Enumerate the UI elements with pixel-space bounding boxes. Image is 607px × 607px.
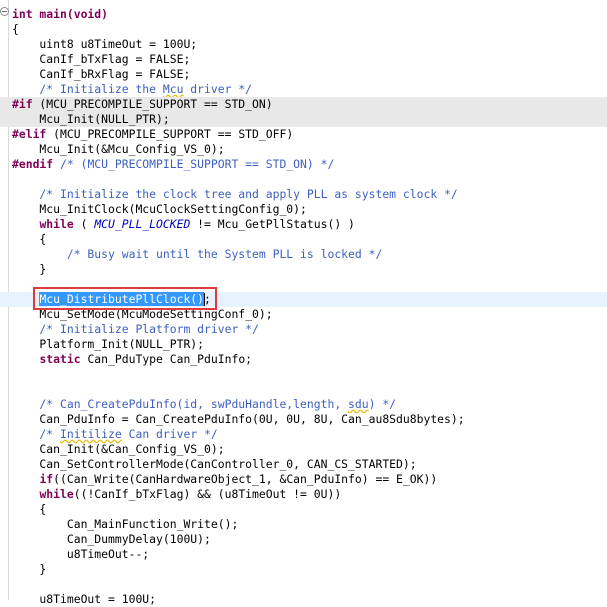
code-token: ((Can_Write(CanHardwareObject_1, &Can_Pd… [53,472,438,486]
code-line[interactable]: Mcu_Init(&Mcu_Config_VS_0); [0,142,607,157]
code-token: CanIf_bRxFlag = FALSE; [12,67,191,81]
code-token: CanIf_bTxFlag = FALSE; [12,52,191,66]
code-line[interactable] [0,382,607,397]
code-token: u8TimeOut = 100U; [12,592,157,606]
code-line[interactable]: Mcu_InitClock(McuClockSettingConfig_0); [0,202,607,217]
code-line[interactable]: /* Initialize Platform driver */ [0,322,607,337]
code-token: Mcu_Init(&Mcu_Config_VS_0); [12,142,225,156]
code-token: ) */ [368,397,397,411]
code-token: while [39,487,74,501]
code-line[interactable]: while((!CanIf_bTxFlag) && (u8TimeOut != … [0,487,607,502]
code-token: /* Busy wait until the System PLL is loc… [12,247,383,261]
code-token: Can_DummyDelay(100U); [12,532,211,546]
code-line[interactable]: Can_DummyDelay(100U); [0,532,607,547]
code-token: /* [12,427,61,441]
code-line[interactable]: #elif (MCU_PRECOMPILE_SUPPORT == STD_OFF… [0,127,607,142]
code-editor[interactable]: int main(void){ uint8 u8TimeOut = 100U; … [0,0,607,606]
code-token: Platform_Init(NULL_PTR); [12,337,205,351]
code-token: Can driver */ [121,427,218,441]
code-token: static [39,352,81,366]
code-token: Mcu [162,82,184,96]
code-line[interactable]: Can_SetControllerMode(CanController_0, C… [0,457,607,472]
code-line[interactable]: static Can_PduType Can_PduInfo; [0,352,607,367]
code-line[interactable]: uint8 u8TimeOut = 100U; [0,37,607,52]
code-line[interactable]: Platform_Init(NULL_PTR); [0,337,607,352]
code-token: Can_PduType Can_PduInfo; [80,352,253,366]
code-token: ( [73,217,95,231]
code-token: #endif [12,157,54,171]
code-token: (MCU_PRECOMPILE_SUPPORT == STD_OFF) [46,127,294,141]
code-line[interactable]: int main(void) [0,7,607,22]
code-line[interactable]: Can_PduInfo = Can_CreatePduInfo(0U, 0U, … [0,412,607,427]
code-line[interactable]: #if (MCU_PRECOMPILE_SUPPORT == STD_ON) [0,97,607,112]
code-token: } [12,562,47,576]
code-line[interactable]: u8TimeOut--; [0,547,607,562]
code-line[interactable]: #endif /* (MCU_PRECOMPILE_SUPPORT == STD… [0,157,607,172]
code-token: Mcu_Init(NULL_PTR); [12,112,170,126]
code-line[interactable]: CanIf_bTxFlag = FALSE; [0,52,607,67]
code-line[interactable]: Can_Init(&Can_Config_VS_0); [0,442,607,457]
code-token: uint8 u8TimeOut = 100U; [12,37,198,51]
code-line[interactable]: /* Initilize Can driver */ [0,427,607,442]
code-token: != Mcu_GetPllStatus() ) [190,217,355,231]
code-line[interactable]: Mcu_Init(NULL_PTR); [0,112,607,127]
code-token: Can_SetControllerMode(CanController_0, C… [12,457,417,471]
code-token: Mcu_InitClock(McuClockSettingConfig_0); [12,202,307,216]
code-token: /* Initialize Platform driver */ [12,322,259,336]
code-token: (MCU_PRECOMPILE_SUPPORT == STD_ON) [32,97,273,111]
code-line[interactable] [0,577,607,592]
code-line[interactable]: } [0,262,607,277]
code-token: Can_Init(&Can_Config_VS_0); [12,442,225,456]
code-token: { [12,232,47,246]
code-line[interactable]: { [0,232,607,247]
code-line[interactable]: { [0,22,607,37]
code-token: /* (MCU_PRECOMPILE_SUPPORT == STD_ON) */ [53,157,335,171]
code-line[interactable]: /* Initialize the Mcu driver */ [0,82,607,97]
red-highlight-annotation [33,287,217,310]
code-token: } [12,262,47,276]
code-line[interactable]: /* Busy wait until the System PLL is loc… [0,247,607,262]
code-token: Initilize [60,427,122,441]
code-token: #if [12,97,33,111]
code-line[interactable]: /* Can_CreatePduInfo(id, swPduHandle,len… [0,397,607,412]
code-token: { [12,22,19,36]
code-token: driver */ [183,82,253,96]
code-line[interactable]: /* Initialize the clock tree and apply P… [0,187,607,202]
code-token: /* Initialize the clock tree and apply P… [12,187,458,201]
code-line[interactable]: { [0,502,607,517]
code-line[interactable]: if((Can_Write(CanHardwareObject_1, &Can_… [0,472,607,487]
code-line[interactable]: CanIf_bRxFlag = FALSE; [0,67,607,82]
code-token: if [39,472,54,486]
code-token: #elif [12,127,47,141]
code-token: sdu [348,397,369,411]
code-line[interactable]: while ( MCU_PLL_LOCKED != Mcu_GetPllStat… [0,217,607,232]
code-token: { [12,502,47,516]
code-token: /* Can_CreatePduInfo(id, swPduHandle,len… [12,397,349,411]
code-token: Can_PduInfo = Can_CreatePduInfo(0U, 0U, … [12,412,465,426]
code-token: ((!CanIf_bTxFlag) && (u8TimeOut != 0U)) [73,487,342,501]
code-line[interactable] [0,172,607,187]
code-token: MCU_PLL_LOCKED [94,217,191,231]
code-token: while [39,217,74,231]
code-line[interactable]: } [0,562,607,577]
code-token: int main(void) [12,7,109,21]
code-token: /* Initialize the [12,82,163,96]
code-token: u8TimeOut--; [12,547,150,561]
code-line[interactable] [0,367,607,382]
code-token: Can_MainFunction_Write(); [12,517,239,531]
code-line[interactable]: Can_MainFunction_Write(); [0,517,607,532]
